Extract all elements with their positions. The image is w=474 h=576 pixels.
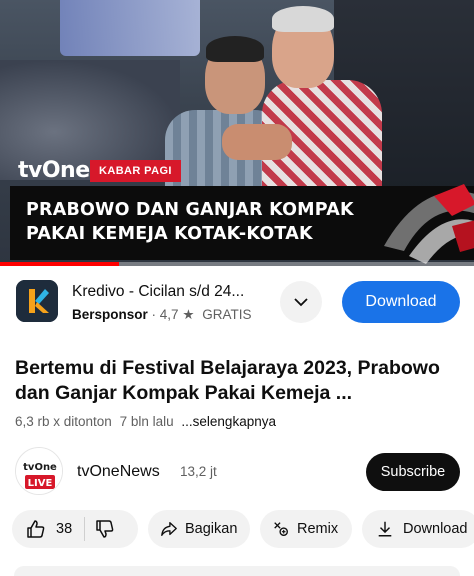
live-badge: LIVE [28,478,53,489]
video-player[interactable]: tvOne KABAR PAGI PRABOWO DAN GANJAR KOMP… [0,0,474,266]
remix-button[interactable]: Remix [260,510,352,548]
subscriber-count: 13,2 jt [180,464,217,479]
expand-ad-button[interactable] [280,281,322,323]
upload-age: 7 bln lalu [119,414,174,429]
person-right-hair [272,6,334,32]
video-title[interactable]: Bertemu di Festival Belajaraya 2023, Pra… [15,356,465,406]
ad-title[interactable]: Kredivo - Cicilan s/d 24... [72,283,244,301]
share-arrow-icon [161,522,177,536]
comments-preview-card[interactable] [14,566,460,576]
channel-name[interactable]: tvOneNews [77,463,160,481]
segment-tag: KABAR PAGI [90,160,181,182]
remix-label: Remix [297,521,339,537]
person-left-hair [206,36,264,62]
progress-fill [0,262,119,266]
thumbs-down-icon [96,520,114,538]
share-label: Bagikan [185,521,238,537]
tvone-logo: tvOne [18,158,90,183]
show-more-link[interactable]: ...selengkapnya [181,414,276,429]
share-button[interactable]: Bagikan [148,510,250,548]
download-button[interactable]: Download [362,510,474,548]
download-arrow-icon [378,521,392,537]
kredivo-k-icon[interactable] [16,280,58,322]
clasped-hands [222,124,292,160]
headline-line-1: PRABOWO DAN GANJAR KOMPAK [26,200,354,220]
ad-meta: Bersponsor · 4,7 ★ GRATIS [72,307,251,323]
video-meta[interactable]: 6,3 rb x ditonton 7 bln lalu ...selengka… [15,414,276,429]
like-button[interactable]: 38 [12,510,72,548]
star-icon: ★ [182,307,195,322]
remix-icon [274,522,288,536]
channel-avatar[interactable]: tvOne LIVE [15,447,63,495]
chevron-down-icon [294,298,308,307]
thumbs-up-icon [27,520,45,538]
sponsored-label: Bersponsor [72,307,148,322]
separator-dot: · [151,307,160,322]
avatar-logo-text: tvOne [23,462,57,473]
subscribe-button[interactable]: Subscribe [366,453,460,491]
view-count: 6,3 rb x ditonton [15,414,112,429]
like-count: 38 [56,521,73,537]
download-label: Download [403,521,468,537]
ad-download-button[interactable]: Download [342,281,460,323]
like-dislike-pill: 38 [12,510,138,548]
ad-price: GRATIS [202,307,252,322]
video-headline: PRABOWO DAN GANJAR KOMPAK PAKAI KEMEJA K… [26,198,406,246]
ad-rating: 4,7 [159,307,179,322]
dislike-button[interactable] [85,510,115,548]
headline-line-2: PAKAI KEMEJA KOTAK-KOTAK [26,224,313,244]
background-banner [60,0,200,56]
